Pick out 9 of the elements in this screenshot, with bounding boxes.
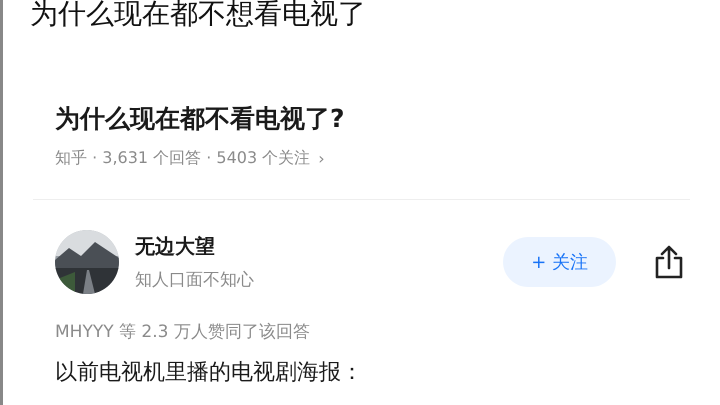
follow-button[interactable]: + 关注 xyxy=(503,237,616,287)
question-title[interactable]: 为什么现在都不看电视了? xyxy=(55,102,345,136)
question-stats: 知乎 · 3,631 个回答 · 5403 个关注 xyxy=(55,148,310,169)
upvote-summary: MHYYY 等 2.3 万人赞同了该回答 xyxy=(55,322,310,342)
page-title: 为什么现在都不想看电视了 xyxy=(30,0,366,30)
author-name[interactable]: 无边大望 xyxy=(135,233,488,260)
chevron-icon[interactable]: › xyxy=(318,149,325,168)
answer-text: 以前电视机里播的电视剧海报： xyxy=(55,360,363,385)
author-bio: 知人口面不知心 xyxy=(135,269,255,291)
